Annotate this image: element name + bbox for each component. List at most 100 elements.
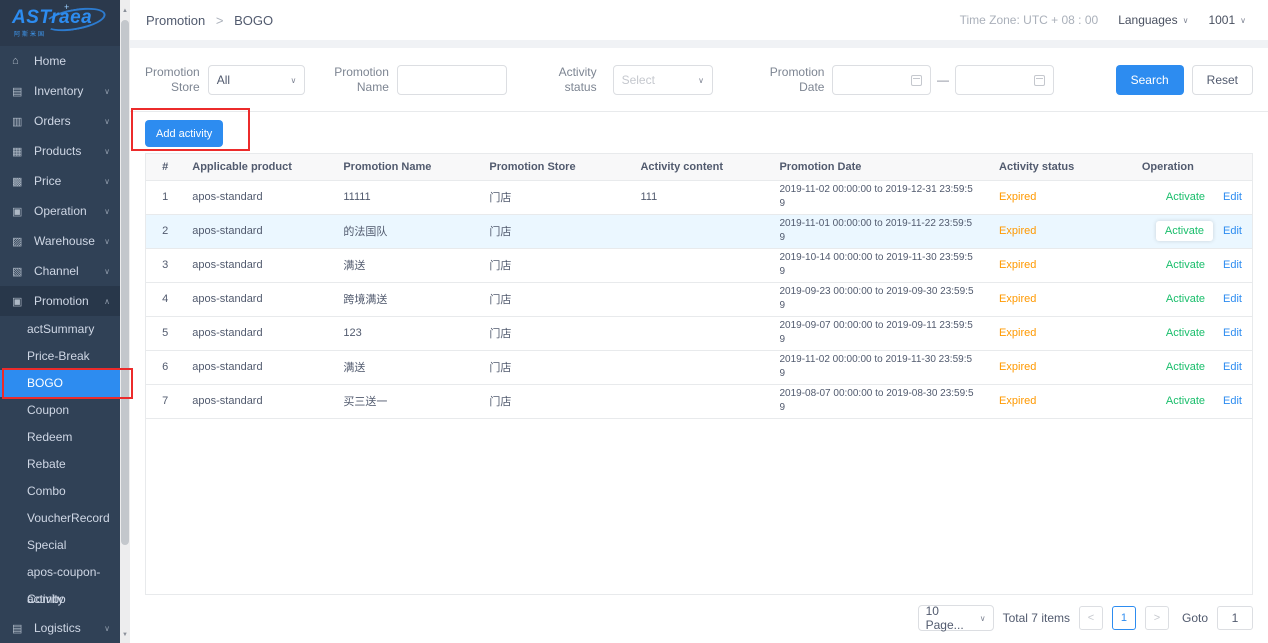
logistics-icon: ▤ bbox=[12, 622, 27, 635]
cell-activity-status: Expired bbox=[991, 282, 1084, 316]
sidebar-item-price[interactable]: ▩Price∨ bbox=[0, 166, 120, 196]
activate-link[interactable]: Activate bbox=[1166, 259, 1205, 271]
edit-link[interactable]: Edit bbox=[1223, 293, 1242, 305]
cell-activity-status: Expired bbox=[991, 350, 1084, 384]
page-size-value: 10 Page... bbox=[926, 604, 980, 632]
cell-index: 4 bbox=[146, 282, 184, 316]
sidebar-subitem-coupon[interactable]: Coupon bbox=[0, 397, 120, 424]
calendar-icon bbox=[1034, 75, 1045, 86]
cell-operation: Activate Edit bbox=[1084, 248, 1252, 282]
cell-activity-content bbox=[632, 214, 771, 248]
warehouse-icon: ▨ bbox=[12, 235, 27, 248]
cell-promotion-name: 跨境满送 bbox=[335, 282, 481, 316]
sidebar-subitem-price-break[interactable]: Price-Break bbox=[0, 343, 120, 370]
date-from-input[interactable] bbox=[832, 65, 931, 95]
cell-index: 3 bbox=[146, 248, 184, 282]
edit-link[interactable]: Edit bbox=[1223, 259, 1242, 271]
price-icon: ▩ bbox=[12, 175, 27, 188]
table-row: 1apos-standard11111门店1112019-11-02 00:00… bbox=[146, 180, 1252, 214]
activity-status-placeholder: Select bbox=[622, 73, 655, 87]
topbar: Promotion > BOGO Time Zone: UTC + 08 : 0… bbox=[130, 0, 1268, 40]
promotion-date-label: Promotion Date bbox=[769, 65, 825, 95]
column-header-promotion-name: Promotion Name bbox=[335, 154, 481, 180]
sidebar-subitem-rebate[interactable]: Rebate bbox=[0, 451, 120, 478]
column-header-promotion-store: Promotion Store bbox=[481, 154, 632, 180]
logo-star-icon: + bbox=[64, 2, 69, 12]
sidebar-item-label: Products bbox=[34, 144, 104, 158]
sidebar-item-inventory[interactable]: ▤Inventory∨ bbox=[0, 76, 120, 106]
topbar-right: Time Zone: UTC + 08 : 00 Languages ∨ 100… bbox=[960, 13, 1246, 27]
divider bbox=[130, 111, 1268, 112]
chevron-down-icon: ∨ bbox=[291, 76, 297, 85]
calendar-icon bbox=[911, 75, 922, 86]
sidebar-subitem-bogo[interactable]: BOGO bbox=[0, 370, 120, 397]
column-header-index: # bbox=[146, 154, 184, 180]
page-1-button[interactable]: 1 bbox=[1112, 606, 1136, 630]
sidebar-item-warehouse[interactable]: ▨Warehouse∨ bbox=[0, 226, 120, 256]
chevron-down-icon: ∨ bbox=[104, 147, 110, 156]
languages-dropdown[interactable]: Languages ∨ bbox=[1118, 13, 1188, 27]
goto-input[interactable] bbox=[1217, 606, 1253, 630]
prev-page-button[interactable]: < bbox=[1079, 606, 1103, 630]
app-window: + ASTraea 阿斯米国 ⌂Home▤Inventory∨▥Orders∨▦… bbox=[0, 0, 1268, 643]
cell-promotion-date: 2019-11-02 00:00:00 to 2019-12-31 23:59:… bbox=[771, 180, 991, 214]
edit-link[interactable]: Edit bbox=[1223, 225, 1242, 237]
date-to-input[interactable] bbox=[955, 65, 1054, 95]
edit-link[interactable]: Edit bbox=[1223, 327, 1242, 339]
reset-button[interactable]: Reset bbox=[1192, 65, 1253, 95]
edit-link[interactable]: Edit bbox=[1223, 395, 1242, 407]
sidebar-subitem-redeem[interactable]: Redeem bbox=[0, 424, 120, 451]
activate-link[interactable]: Activate bbox=[1166, 293, 1205, 305]
promotion-store-select[interactable]: All ∨ bbox=[208, 65, 306, 95]
cell-operation: Activate Edit bbox=[1084, 384, 1252, 418]
activate-link[interactable]: Activate bbox=[1166, 361, 1205, 373]
inventory-icon: ▤ bbox=[12, 85, 27, 98]
sidebar-subitem-combo[interactable]: Combo bbox=[0, 586, 120, 613]
add-activity-button[interactable]: Add activity bbox=[145, 120, 223, 147]
sidebar-item-orders[interactable]: ▥Orders∨ bbox=[0, 106, 120, 136]
sidebar-subitem-actsummary[interactable]: actSummary bbox=[0, 316, 120, 343]
status-badge: Expired bbox=[999, 259, 1036, 271]
sidebar-item-label: Promotion bbox=[34, 294, 104, 308]
page-size-select[interactable]: 10 Page... ∨ bbox=[918, 605, 994, 631]
scrollbar-thumb[interactable] bbox=[121, 20, 129, 545]
breadcrumb-promotion[interactable]: Promotion bbox=[146, 13, 205, 28]
promotion-name-input[interactable] bbox=[397, 65, 507, 95]
sidebar-subitem-combo[interactable]: Combo bbox=[0, 478, 120, 505]
cell-applicable-product: apos-standard bbox=[184, 384, 335, 418]
activate-button-hover[interactable]: Activate bbox=[1156, 221, 1213, 241]
chevron-down-icon: ∨ bbox=[104, 117, 110, 126]
sidebar-subitem-voucherrecord[interactable]: VoucherRecord bbox=[0, 505, 120, 532]
edit-link[interactable]: Edit bbox=[1223, 361, 1242, 373]
sidebar-item-logistics[interactable]: ▤Logistics∨ bbox=[0, 613, 120, 643]
activate-link[interactable]: Activate bbox=[1166, 191, 1205, 203]
sidebar-item-operation[interactable]: ▣Operation∨ bbox=[0, 196, 120, 226]
cell-activity-status: Expired bbox=[991, 248, 1084, 282]
content-panel: Promotion Store All ∨ Promotion Name Act… bbox=[130, 48, 1268, 643]
sidebar-item-label: Inventory bbox=[34, 84, 104, 98]
sidebar-subitem-apos-coupon-activity[interactable]: apos-coupon-activity bbox=[0, 559, 120, 586]
sidebar-item-promotion[interactable]: ▣Promotion∧ bbox=[0, 286, 120, 316]
sidebar-item-label: Price bbox=[34, 174, 104, 188]
next-page-button[interactable]: > bbox=[1145, 606, 1169, 630]
promotion-store-value: All bbox=[217, 73, 230, 87]
column-header-applicable-product: Applicable product bbox=[184, 154, 335, 180]
edit-link[interactable]: Edit bbox=[1223, 191, 1242, 203]
activate-link[interactable]: Activate bbox=[1165, 225, 1204, 237]
sidebar-subitem-special[interactable]: Special bbox=[0, 532, 120, 559]
sidebar-item-products[interactable]: ▦Products∨ bbox=[0, 136, 120, 166]
sidebar-item-home[interactable]: ⌂Home bbox=[0, 46, 120, 76]
scroll-down-icon[interactable]: ▼ bbox=[120, 632, 130, 638]
sidebar-item-channel[interactable]: ▧Channel∨ bbox=[0, 256, 120, 286]
cell-activity-content bbox=[632, 350, 771, 384]
activate-link[interactable]: Activate bbox=[1166, 395, 1205, 407]
account-dropdown[interactable]: 1001 ∨ bbox=[1208, 13, 1246, 27]
scroll-up-icon[interactable]: ▲ bbox=[120, 8, 130, 14]
activity-status-select[interactable]: Select ∨ bbox=[613, 65, 713, 95]
sidebar-item-label: Operation bbox=[34, 204, 104, 218]
activate-link[interactable]: Activate bbox=[1166, 327, 1205, 339]
cell-promotion-name: 11111 bbox=[335, 180, 481, 214]
cell-promotion-store: 门店 bbox=[481, 282, 632, 316]
search-button[interactable]: Search bbox=[1116, 65, 1184, 95]
sidebar-scrollbar[interactable]: ▲ ▼ bbox=[120, 0, 130, 643]
